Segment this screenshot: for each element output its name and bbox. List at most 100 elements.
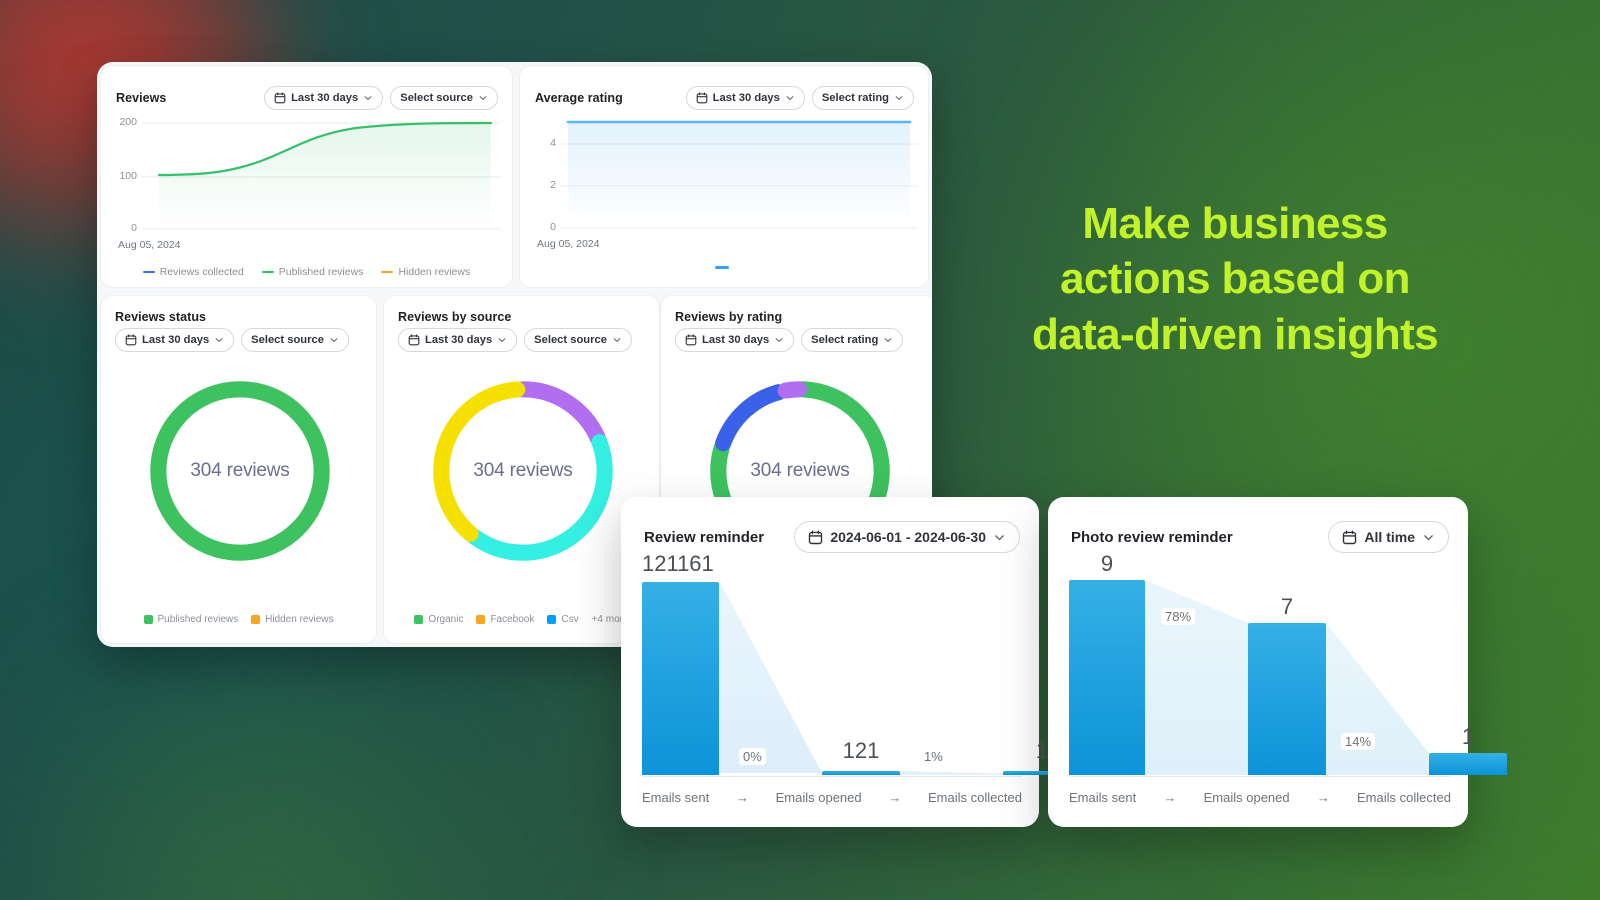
chevron-down-icon [215, 338, 223, 343]
source-select-filter[interactable]: Select source [524, 328, 632, 352]
rating-donut-date-filter[interactable]: Last 30 days [675, 328, 795, 352]
reviews-y-tick-100: 100 [119, 170, 137, 182]
funnel-column-emails-sent: 9 [1069, 551, 1145, 775]
calendar-icon [1343, 530, 1357, 544]
photo-review-reminder-card: Photo review reminder All time 9 7 1 78%… [1048, 497, 1507, 827]
funnel-bridge-2 [900, 771, 1003, 775]
chevron-down-icon [498, 338, 506, 343]
chevron-down-icon [330, 338, 338, 343]
reviews-by-source-donut: 304 reviews [428, 376, 618, 566]
status-date-filter[interactable]: Last 30 days [115, 328, 235, 352]
rating-date-filter-label: Last 30 days [712, 92, 780, 104]
review-reminder-title: Review reminder [644, 528, 765, 546]
funnel-label-emails-collected: Emails collected [1357, 790, 1451, 805]
source-date-filter[interactable]: Last 30 days [398, 328, 518, 352]
review-reminder-date-filter[interactable]: 2024-06-01 - 2024-06-30 [794, 521, 1020, 553]
funnel-bar-emails-opened[interactable] [1248, 623, 1326, 775]
source-date-filter-label: Last 30 days [425, 334, 493, 346]
funnel-conversion-2: 1% [920, 748, 947, 765]
legend-label: Organic [428, 614, 464, 625]
reviews-card-title: Reviews [116, 91, 167, 105]
chevron-down-icon [613, 338, 621, 343]
average-rating-legend [520, 266, 928, 269]
review-reminder-funnel-chart: 121161 121 1 0% 1% [642, 551, 1081, 775]
reviews-source-filter[interactable]: Select source [390, 86, 498, 110]
headline-line-2: actions based on [1060, 254, 1410, 304]
reviews-date-filter[interactable]: Last 30 days [264, 86, 384, 110]
calendar-icon [685, 334, 697, 346]
legend-item-csv: Csv [547, 614, 579, 625]
arrow-right-icon: → [735, 790, 749, 805]
photo-review-reminder-date-filter-label: All time [1364, 529, 1415, 545]
legend-label: Published reviews [278, 266, 364, 278]
chevron-down-icon [895, 96, 903, 101]
chevron-down-icon [479, 96, 487, 101]
funnel-conversion-1: 0% [739, 748, 766, 765]
arrow-right-icon: → [1163, 790, 1177, 805]
calendar-icon [408, 334, 420, 346]
reviews-by-source-filters: Last 30 days Select source [398, 328, 632, 352]
marketing-headline: Make business actions based on data-driv… [965, 196, 1505, 362]
chevron-down-icon [364, 96, 372, 101]
reviews-status-center-label: 304 reviews [190, 460, 290, 481]
rating-select-filter-label: Select rating [821, 92, 889, 104]
funnel-bar-emails-sent[interactable] [642, 582, 719, 775]
source-select-filter-label: Select source [534, 334, 607, 346]
review-reminder-card: Review reminder 2024-06-01 - 2024-06-30 [621, 497, 1081, 827]
legend-swatch-icon [142, 270, 155, 274]
reviews-by-source-legend: Organic Facebook Csv +4 more [384, 614, 659, 625]
funnel-baseline [642, 776, 1022, 777]
funnel-bridge-2 [1326, 623, 1429, 775]
funnel-label-emails-opened: Emails opened [1203, 790, 1290, 805]
status-source-filter-label: Select source [251, 334, 324, 346]
legend-label: Facebook [490, 614, 535, 625]
reviews-status-legend: Published reviews Hidden reviews [101, 614, 376, 625]
reviews-card: Reviews Last 30 days Select source 200 1… [100, 65, 513, 288]
photo-review-reminder-date-filter[interactable]: All time [1328, 521, 1449, 553]
calendar-icon [274, 92, 286, 104]
chevron-down-icon [786, 96, 794, 101]
photo-review-reminder-title: Photo review reminder [1071, 528, 1233, 546]
funnel-bar-emails-sent[interactable] [1069, 580, 1145, 775]
funnel-column-emails-sent: 121161 [642, 551, 719, 775]
legend-item-published-reviews: Published reviews [143, 614, 238, 625]
legend-swatch-icon [143, 615, 153, 624]
chevron-down-icon [1424, 534, 1433, 540]
reviews-by-source-card: Reviews by source Last 30 days Select so… [383, 295, 660, 644]
reviews-card-filters: Last 30 days Select source [264, 86, 498, 110]
funnel-value-emails-sent: 9 [1100, 551, 1114, 576]
average-rating-card-filters: Last 30 days Select rating [685, 86, 914, 110]
funnel-bridge-shape [1326, 623, 1429, 775]
funnel-baseline [1069, 776, 1451, 777]
reviews-status-filters: Last 30 days Select source [115, 328, 349, 352]
funnel-bridge-1 [719, 580, 822, 775]
funnel-value-emails-sent: 121161 [642, 551, 714, 576]
calendar-icon [809, 530, 823, 544]
photo-review-reminder-header: Photo review reminder All time [1071, 521, 1449, 553]
funnel-label-emails-sent: Emails sent [642, 790, 710, 805]
arrow-right-icon: → [888, 790, 902, 805]
rating-date-filter[interactable]: Last 30 days [685, 86, 805, 110]
average-rating-card-header: Average rating Last 30 days Select ratin… [535, 86, 914, 110]
reviews-by-source-title: Reviews by source [398, 310, 512, 324]
status-source-filter[interactable]: Select source [241, 328, 349, 352]
funnel-bar-emails-opened[interactable] [822, 771, 900, 775]
rating-y-tick-4: 4 [550, 137, 556, 149]
calendar-icon [696, 92, 708, 104]
review-reminder-header: Review reminder 2024-06-01 - 2024-06-30 [644, 521, 1020, 553]
funnel-conversion-2: 14% [1341, 733, 1376, 750]
headline-line-1: Make business [1082, 199, 1388, 248]
legend-item-average-rating [714, 266, 734, 269]
funnel-bar-emails-collected[interactable] [1429, 753, 1507, 775]
legend-swatch-icon [414, 615, 424, 624]
average-rating-card-title: Average rating [535, 91, 623, 105]
funnel-bridge-shape [900, 771, 1003, 775]
legend-label: Reviews collected [159, 266, 244, 278]
reviews-source-filter-label: Select source [400, 92, 473, 104]
reviews-by-rating-title: Reviews by rating [675, 310, 783, 324]
rating-select-filter[interactable]: Select rating [811, 86, 914, 110]
legend-label: Hidden reviews [265, 614, 334, 625]
reviews-status-donut: 304 reviews [145, 376, 335, 566]
rating-donut-select-filter[interactable]: Select rating [801, 328, 904, 352]
chevron-down-icon [995, 534, 1004, 540]
